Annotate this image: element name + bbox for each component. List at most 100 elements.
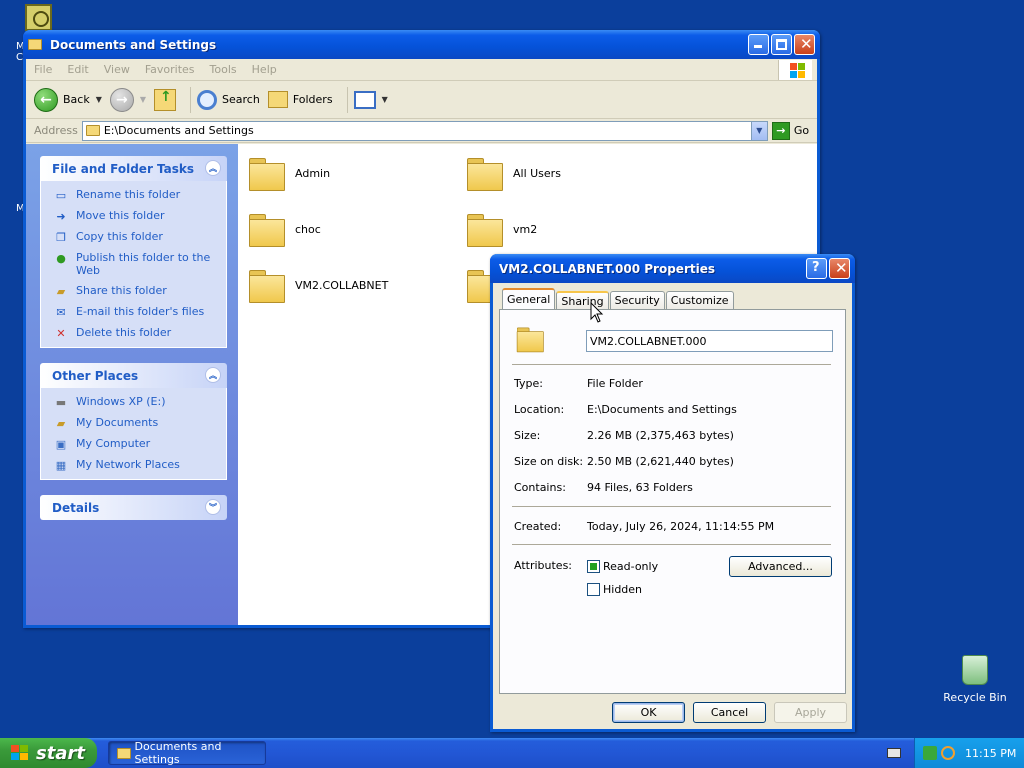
size-value: 2.26 MB (2,375,463 bytes) xyxy=(587,429,734,442)
panel-header[interactable]: Details ︾ xyxy=(40,495,227,520)
chevron-down-icon[interactable]: ▼ xyxy=(750,121,767,140)
folder-icon xyxy=(466,212,503,247)
close-button[interactable]: ✕ xyxy=(829,258,850,279)
chevron-up-icon[interactable]: ︽ xyxy=(205,160,221,176)
chevron-down-icon[interactable]: ▼ xyxy=(140,95,146,104)
drive-icon: ▬ xyxy=(55,395,67,409)
place-my-documents[interactable]: ▰ My Documents xyxy=(53,416,216,430)
task-email-files[interactable]: ✉ E-mail this folder's files xyxy=(53,305,216,319)
ok-button[interactable]: OK xyxy=(612,702,685,723)
keyboard-icon[interactable] xyxy=(887,748,901,758)
menu-tools[interactable]: Tools xyxy=(210,63,237,76)
panel-header[interactable]: Other Places ︽ xyxy=(40,363,227,388)
created-value: Today, July 26, 2024, 11:14:55 PM xyxy=(587,520,775,533)
folder-item[interactable]: vm2 xyxy=(466,212,537,247)
taskbar-window-button[interactable]: Documents and Settings xyxy=(108,740,266,766)
address-label: Address xyxy=(34,124,78,137)
delete-icon: ✕ xyxy=(56,326,66,340)
chevron-down-icon[interactable]: ▼ xyxy=(96,95,102,104)
chevron-down-icon[interactable]: ▼ xyxy=(382,95,388,104)
folder-item[interactable]: All Users xyxy=(466,156,561,191)
tray-search-icon[interactable] xyxy=(941,746,955,760)
folder-name: All Users xyxy=(513,166,561,180)
chevron-up-icon[interactable]: ︽ xyxy=(205,367,221,383)
desktop-shortcut-icon[interactable] xyxy=(25,4,52,31)
search-button[interactable]: Search xyxy=(197,89,260,110)
cancel-button[interactable]: Cancel xyxy=(693,702,766,723)
menu-edit[interactable]: Edit xyxy=(67,63,88,76)
apply-button[interactable]: Apply xyxy=(774,702,847,723)
folder-name: choc xyxy=(295,222,321,236)
task-label: Publish this folder to the Web xyxy=(76,251,211,277)
place-my-network-places[interactable]: ▦ My Network Places xyxy=(53,458,216,472)
dialog-titlebar[interactable]: VM2.COLLABNET.000 Properties ? ✕ xyxy=(490,254,855,283)
tab-customize[interactable]: Customize xyxy=(665,291,734,309)
up-folder-button[interactable]: ↑ xyxy=(154,88,177,111)
menu-file[interactable]: File xyxy=(34,63,52,76)
panel-header[interactable]: File and Folder Tasks ︽ xyxy=(40,156,227,181)
go-button[interactable]: → Go xyxy=(771,121,809,140)
folder-item[interactable]: choc xyxy=(248,212,321,247)
task-copy-folder[interactable]: ❐ Copy this folder xyxy=(53,230,216,244)
task-label: Copy this folder xyxy=(76,230,163,243)
folder-name-field[interactable]: VM2.COLLABNET.000 xyxy=(586,330,833,352)
recycle-bin[interactable]: Recycle Bin xyxy=(940,655,1010,704)
views-button[interactable]: ▼ xyxy=(353,90,388,109)
chevron-down-icon[interactable]: ︾ xyxy=(205,499,221,515)
clock[interactable]: 11:15 PM xyxy=(965,747,1016,760)
maximize-button[interactable] xyxy=(771,34,792,55)
recycle-bin-icon xyxy=(962,655,988,685)
start-button[interactable]: start xyxy=(0,738,97,768)
share-icon: ▰ xyxy=(56,284,66,298)
close-button[interactable]: ✕ xyxy=(794,34,815,55)
windows-logo-icon xyxy=(778,60,812,80)
toolbar-separator xyxy=(346,86,348,113)
task-delete-folder[interactable]: ✕ Delete this folder xyxy=(53,326,216,340)
panel-body: ▬ Windows XP (E:) ▰ My Documents ▣ My Compu… xyxy=(40,388,227,480)
task-publish-folder[interactable]: ● Publish this folder to the Web xyxy=(53,251,216,277)
forward-button[interactable]: → ▼ xyxy=(109,87,146,112)
panel-title: File and Folder Tasks xyxy=(52,161,195,176)
window-title: Documents and Settings xyxy=(50,37,217,52)
address-bar: Address E:\Documents and Settings ▼ → Go xyxy=(26,119,817,143)
folders-icon xyxy=(267,91,288,108)
menu-view[interactable]: View xyxy=(104,63,130,76)
hidden-checkbox[interactable] xyxy=(587,583,600,596)
search-icon xyxy=(197,89,218,110)
minimize-button[interactable] xyxy=(748,34,769,55)
help-button[interactable]: ? xyxy=(806,258,827,279)
folder-name: Admin xyxy=(295,166,331,180)
place-windows-xp-drive[interactable]: ▬ Windows XP (E:) xyxy=(53,395,216,409)
forward-arrow-icon: → xyxy=(109,87,134,112)
back-button[interactable]: ← Back ▼ xyxy=(34,87,102,112)
task-move-folder[interactable]: ➜ Move this folder xyxy=(53,209,216,223)
place-label: Windows XP (E:) xyxy=(76,395,166,408)
panel-title: Other Places xyxy=(52,368,139,383)
panel-body: ▭ Rename this folder ➜ Move this folder ❐ C… xyxy=(40,181,227,348)
explorer-titlebar[interactable]: Documents and Settings ✕ xyxy=(23,30,820,59)
attributes-label: Attributes: xyxy=(514,559,573,572)
tab-general[interactable]: General xyxy=(502,288,556,309)
menu-favorites[interactable]: Favorites xyxy=(145,63,195,76)
folders-label: Folders xyxy=(292,93,333,106)
read-only-checkbox[interactable] xyxy=(587,560,600,573)
divider xyxy=(512,544,831,545)
advanced-button[interactable]: Advanced... xyxy=(729,556,832,577)
tab-security[interactable]: Security xyxy=(609,291,665,309)
read-only-label: Read-only xyxy=(603,560,659,573)
contains-label: Contains: xyxy=(514,481,566,494)
task-share-folder[interactable]: ▰ Share this folder xyxy=(53,284,216,298)
back-arrow-icon: ← xyxy=(34,87,58,112)
tray-app-icon[interactable] xyxy=(923,746,937,760)
folder-item[interactable]: Admin xyxy=(248,156,331,191)
folder-item[interactable]: VM2.COLLABNET xyxy=(248,268,388,303)
menu-help[interactable]: Help xyxy=(252,63,277,76)
location-label: Location: xyxy=(514,403,565,416)
task-rename-folder[interactable]: ▭ Rename this folder xyxy=(53,188,216,202)
globe-icon: ● xyxy=(56,251,66,265)
place-my-computer[interactable]: ▣ My Computer xyxy=(53,437,216,451)
folders-button[interactable]: Folders xyxy=(267,91,333,108)
address-input[interactable]: E:\Documents and Settings ▼ xyxy=(81,120,768,141)
place-label: My Documents xyxy=(76,416,159,429)
start-label: start xyxy=(36,742,85,764)
